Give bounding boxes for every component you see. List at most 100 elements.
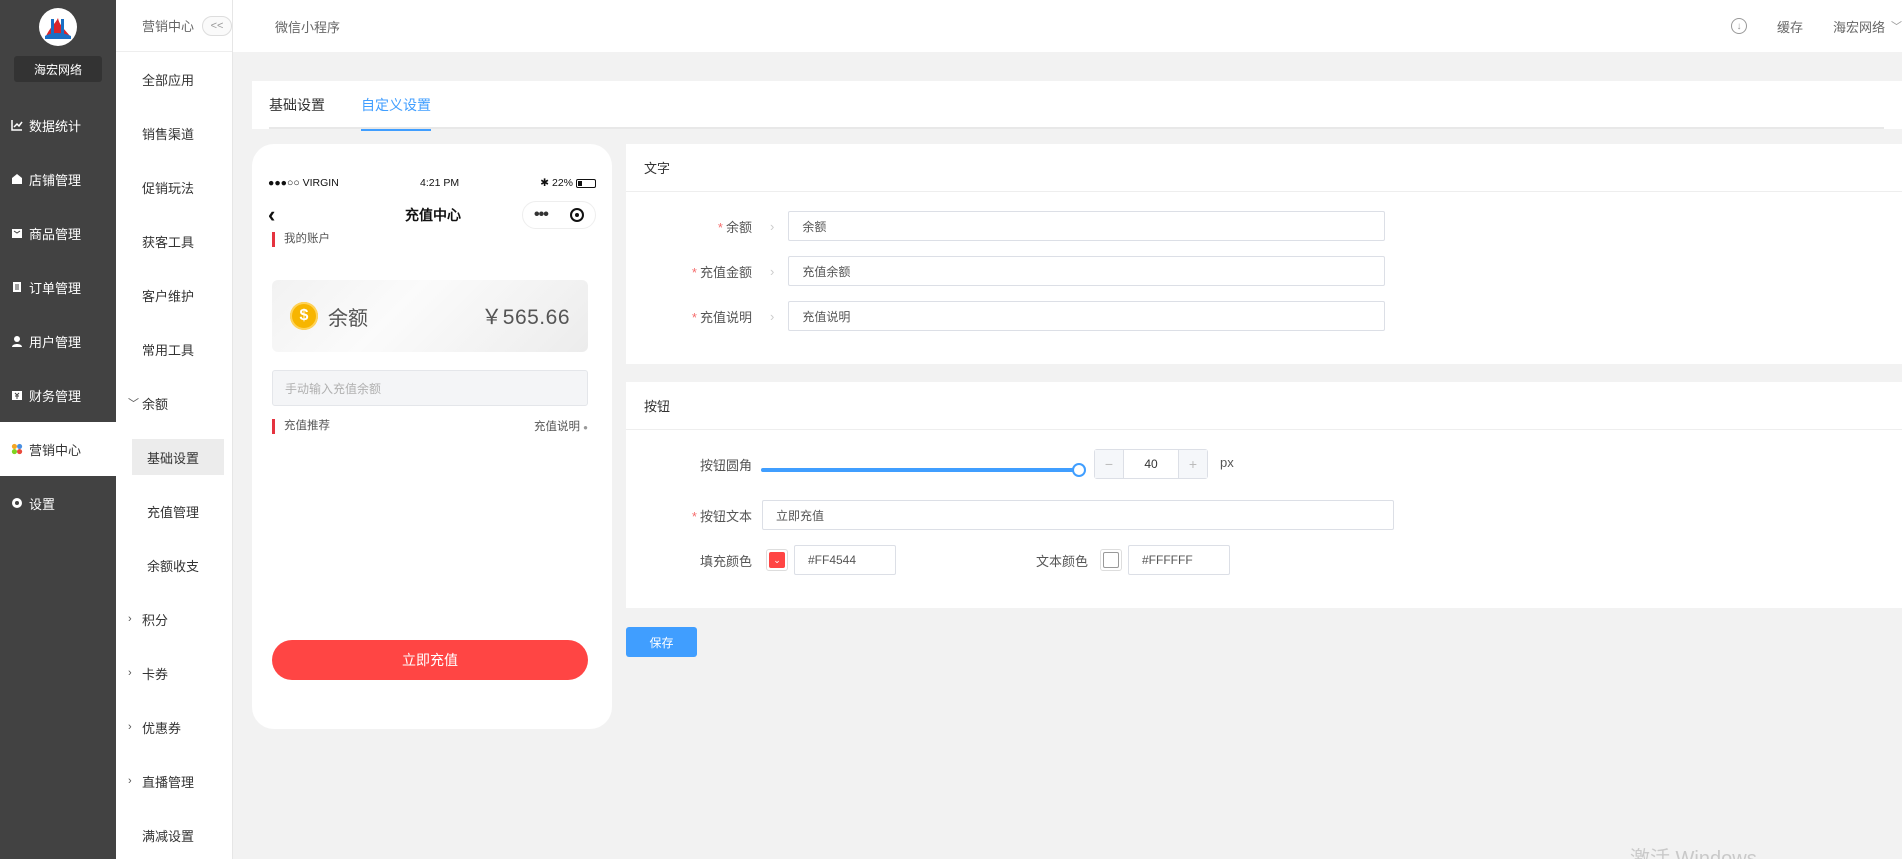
subnav-child-basic[interactable]: 基础设置 <box>116 430 232 484</box>
carrier: ●●●○○ VIRGIN <box>268 177 339 189</box>
subnav-group-coupons[interactable]: › 优惠券 <box>116 700 232 754</box>
panel-title: 文字 <box>626 144 1902 192</box>
balance-value: ￥565.66 <box>481 306 570 329</box>
radius-label: 按钮圆角 <box>700 458 753 473</box>
subnav-group-label: 余额 <box>142 396 169 412</box>
sub-navigation: 营销中心 << 全部应用 销售渠道 促销玩法 获客工具 客户维护 常用工具 ﹀ … <box>116 0 233 859</box>
subnav-group-label: 积分 <box>142 612 169 628</box>
phone-preview: ●●●○○ VIRGIN 4:21 PM ✱ 22% ‹ 充值中心 ••• 我的… <box>252 144 612 729</box>
sidebar-item-goods[interactable]: 商品管理 <box>0 206 116 260</box>
chevron-right-icon: › <box>128 667 132 679</box>
gear-icon <box>11 497 23 509</box>
logo-area: 海宏网络 <box>0 0 116 98</box>
battery-percent: 22% <box>551 177 573 189</box>
radius-slider[interactable] <box>761 463 1086 477</box>
sidebar-item-label: 营销中心 <box>29 442 82 458</box>
subnav-group-label: 优惠券 <box>142 720 182 736</box>
recharge-amount-input[interactable]: 手动输入充值余额 <box>272 370 588 406</box>
more-icon[interactable]: ••• <box>534 206 549 224</box>
subnav-child-recharge[interactable]: 充值管理 <box>116 484 232 538</box>
balance-text-input[interactable]: 余额 <box>788 211 1386 241</box>
text-color-input[interactable]: #FFFFFF <box>1128 545 1230 575</box>
subnav-child-label: 充值管理 <box>147 504 200 520</box>
field-label-text: 余额 <box>725 219 752 235</box>
subnav-item[interactable]: 满减设置 <box>116 808 232 859</box>
tab-custom[interactable]: 自定义设置 <box>361 81 431 131</box>
goods-icon <box>11 227 23 239</box>
sidebar-item-store[interactable]: 店铺管理 <box>0 152 116 206</box>
required-mark: * <box>691 264 697 280</box>
user-menu[interactable]: 海宏网络 <box>1833 17 1885 36</box>
sidebar-item-label: 用户管理 <box>29 334 82 350</box>
field-row-balance: * 余额 › 余额 <box>700 211 1386 241</box>
fill-color-picker[interactable]: ⌄ <box>766 549 788 571</box>
fill-color-label: 填充颜色 <box>700 553 753 569</box>
sidebar-item-finance[interactable]: 财务管理 <box>0 368 116 422</box>
chevron-right-icon: › <box>128 721 132 733</box>
fill-color-input[interactable]: #FF4544 <box>794 545 896 575</box>
tabs-card: 基础设置 自定义设置 <box>252 81 1902 131</box>
close-target-icon[interactable] <box>569 208 584 222</box>
sidebar-item-settings[interactable]: 设置 <box>0 476 116 530</box>
field-row-explain: * 充值说明 › 充值说明 <box>688 301 1386 331</box>
download-icon[interactable]: ↓ <box>1730 18 1747 34</box>
subnav-item[interactable]: 获客工具 <box>116 214 232 268</box>
panel-title: 按钮 <box>626 382 1902 430</box>
subnav-group-cards[interactable]: › 卡券 <box>116 646 232 700</box>
phone-page-title: 充值中心 <box>405 207 461 223</box>
sidebar-item-marketing[interactable]: 营销中心 <box>0 422 116 476</box>
subnav-group-balance[interactable]: ﹀ 余额 <box>116 376 232 430</box>
sidebar-item-stats[interactable]: 数据统计 <box>0 98 116 152</box>
breadcrumb[interactable]: 微信小程序 <box>275 17 340 36</box>
field-label: * 充值说明 <box>688 307 752 326</box>
collapse-button[interactable]: << <box>202 15 232 36</box>
tab-basic[interactable]: 基础设置 <box>269 81 325 129</box>
decrement-button[interactable]: − <box>1095 450 1123 478</box>
back-arrow-icon[interactable]: ‹ <box>268 202 298 228</box>
sidebar-item-label: 商品管理 <box>29 226 82 242</box>
balance-label: 余额 <box>328 307 368 330</box>
save-button[interactable]: 保存 <box>626 627 697 657</box>
subnav-child-flow[interactable]: 余额收支 <box>116 538 232 592</box>
subnav-item[interactable]: 全部应用 <box>116 52 232 106</box>
chevron-right-icon: › <box>128 775 132 787</box>
cache-link[interactable]: 缓存 <box>1777 17 1803 36</box>
button-text-input[interactable]: 立即充值 <box>762 500 1394 530</box>
sidebar-item-users[interactable]: 用户管理 <box>0 314 116 368</box>
subnav-group-points[interactable]: › 积分 <box>116 592 232 646</box>
subnav-item[interactable]: 客户维护 <box>116 268 232 322</box>
radius-value[interactable]: 40 <box>1123 450 1179 478</box>
chevron-right-icon: › <box>770 218 775 234</box>
increment-button[interactable]: + <box>1179 450 1207 478</box>
battery-icon <box>576 178 596 188</box>
chevron-down-icon[interactable]: ﹀ <box>1891 18 1902 34</box>
slider-handle[interactable] <box>1072 463 1086 477</box>
subnav-item[interactable]: 销售渠道 <box>116 106 232 160</box>
bluetooth-icon: ✱ <box>540 177 552 189</box>
field-label: * 余额 <box>700 217 752 236</box>
user-icon <box>11 335 23 347</box>
recharge-explain-label: 充值说明 <box>533 421 580 433</box>
chevron-right-icon: › <box>770 263 775 279</box>
subnav-item[interactable]: 常用工具 <box>116 322 232 376</box>
my-account-title: 我的账户 <box>272 232 330 247</box>
text-color-label: 文本颜色 <box>1036 553 1089 569</box>
recharge-now-button[interactable]: 立即充值 <box>272 640 588 680</box>
explain-text-input[interactable]: 充值说明 <box>788 301 1386 331</box>
sidebar-item-orders[interactable]: 订单管理 <box>0 260 116 314</box>
recharge-explain-link[interactable]: 充值说明 ● <box>534 418 588 434</box>
recharge-recommend-row: 充值推荐 充值说明 ● <box>272 418 588 434</box>
color-swatch <box>1103 552 1119 568</box>
line-chart-icon <box>11 119 23 131</box>
dot-icon: ● <box>583 423 588 432</box>
text-color-picker[interactable] <box>1100 549 1122 571</box>
sidebar-item-label: 数据统计 <box>29 118 82 134</box>
subnav-item[interactable]: 促销玩法 <box>116 160 232 214</box>
sidebar-item-label: 店铺管理 <box>29 172 82 188</box>
subnav-group-live[interactable]: › 直播管理 <box>116 754 232 808</box>
field-label: * 按钮文本 <box>688 506 752 525</box>
finance-icon <box>11 389 23 401</box>
windows-watermark: 激活 Windows <box>1630 848 1757 859</box>
amount-text-input[interactable]: 充值余额 <box>788 256 1386 286</box>
miniprogram-capsule: ••• <box>522 201 596 229</box>
